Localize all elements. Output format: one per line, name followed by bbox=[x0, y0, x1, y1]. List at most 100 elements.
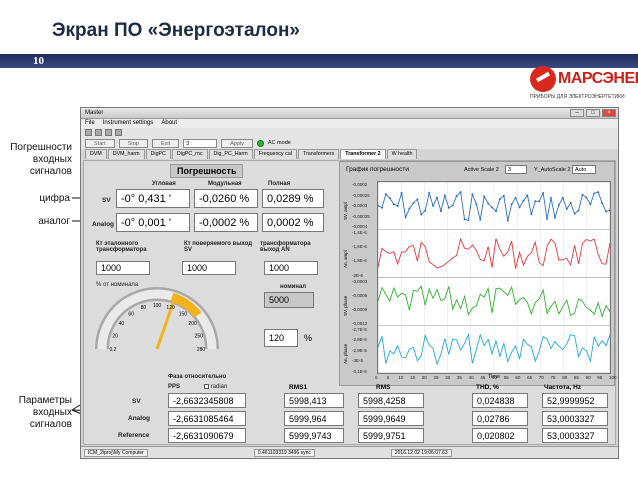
hdr-rms: RMS bbox=[376, 384, 391, 391]
reference-phase: -2,6631090679 bbox=[168, 428, 246, 443]
gauge-tick-label: 280 bbox=[197, 347, 206, 353]
analog-thd: 0,02786 bbox=[472, 411, 528, 426]
y-tick-label: -0,0002 bbox=[352, 182, 368, 187]
row-label-sv: SV bbox=[102, 197, 111, 204]
sv-thd: 0,024838 bbox=[472, 393, 528, 408]
menu-file[interactable]: File bbox=[85, 119, 95, 128]
y-tick-label: -3E-5 bbox=[352, 358, 364, 364]
data-point bbox=[550, 196, 552, 199]
abort-icon[interactable] bbox=[105, 129, 112, 136]
tab-dvm[interactable]: DVM bbox=[85, 149, 107, 159]
x-tick-label: 25 bbox=[433, 375, 439, 380]
data-point bbox=[569, 201, 572, 204]
percent-input[interactable]: 120 bbox=[264, 329, 298, 347]
autoscale-select[interactable]: Auto bbox=[572, 165, 596, 174]
data-point bbox=[601, 202, 604, 205]
data-point bbox=[534, 200, 537, 203]
minimize-button[interactable]: – bbox=[570, 109, 584, 117]
brand-logo: МАРСЭНЕРГО ПРИБОРЫ ДЛЯ ЭЛЕКТРОЭНЕРГЕТИКИ bbox=[530, 64, 638, 104]
tab-frequency-cal[interactable]: Frequency cal bbox=[253, 149, 297, 159]
data-point bbox=[380, 206, 383, 209]
transformer-panel: Погрешность Угловая Модульная Полная SV … bbox=[83, 160, 617, 445]
y-tick-label: -2E-6 bbox=[352, 272, 364, 278]
data-point bbox=[408, 207, 411, 210]
data-point bbox=[412, 202, 415, 205]
annotation-digital: цифра bbox=[39, 193, 70, 204]
y-tick-label: -2,9E-5 bbox=[352, 347, 367, 353]
data-point bbox=[447, 206, 450, 209]
maximize-button[interactable]: □ bbox=[586, 109, 600, 117]
data-point bbox=[573, 212, 576, 215]
percent-gauge: 0,2 204060 80 100 120 150200 250 280 bbox=[95, 287, 219, 353]
exit-button[interactable]: Exit bbox=[151, 138, 180, 148]
data-point bbox=[526, 194, 529, 197]
tab-dig-pc-harm[interactable]: Dig_PC_Harm bbox=[208, 149, 253, 159]
coef-an-label: трансформатора выход AN bbox=[260, 241, 311, 253]
data-point bbox=[404, 216, 407, 219]
toolbar-icons bbox=[81, 128, 618, 137]
annotation-input-params: Параметры входных сигналов bbox=[18, 395, 72, 430]
stop-button[interactable]: Stop bbox=[118, 138, 148, 148]
gauge-tick-label: 80 bbox=[141, 305, 147, 311]
radian-checkbox[interactable] bbox=[204, 384, 209, 389]
menu-about[interactable]: About bbox=[161, 119, 177, 128]
y-tick-label: -0,0004 bbox=[352, 224, 368, 230]
tab-transformers[interactable]: Transformers bbox=[297, 149, 340, 159]
gauge-tick-label: 60 bbox=[128, 311, 134, 317]
y-tick-label: -3,1E-5 bbox=[352, 369, 367, 374]
data-point bbox=[384, 193, 387, 196]
menu-instrument-settings[interactable]: Instrument settings bbox=[103, 119, 154, 128]
analog-rms1: 5999,964 bbox=[284, 411, 344, 426]
data-point bbox=[388, 197, 391, 200]
nominal-value: 5000 bbox=[264, 292, 314, 308]
data-point bbox=[502, 194, 505, 197]
sv-phase: -2,6632345808 bbox=[168, 393, 246, 408]
coef-sv-input[interactable]: 1000 bbox=[182, 261, 236, 275]
data-point bbox=[510, 203, 513, 206]
close-button[interactable]: × bbox=[602, 109, 616, 117]
gauge-tick-label: 120 bbox=[166, 305, 175, 311]
brand-name: МАРСЭНЕРГО bbox=[558, 70, 638, 87]
analog-phase: -2,6631085464 bbox=[168, 411, 246, 426]
y-tick-label: -1,4E-6 bbox=[352, 230, 367, 236]
active-scale-input[interactable]: 3 bbox=[505, 165, 527, 174]
apply-button[interactable]: Apply bbox=[221, 138, 253, 148]
sv-rms: 5998,4258 bbox=[358, 393, 424, 408]
sv-freq: 52,9999952 bbox=[542, 393, 608, 408]
percent-unit: % bbox=[304, 333, 313, 343]
x-tick-label: 10 bbox=[398, 375, 404, 380]
pause-icon[interactable] bbox=[115, 129, 122, 136]
coef-ref-input[interactable]: 1000 bbox=[96, 261, 150, 275]
tab-digpc[interactable]: DigPC bbox=[145, 149, 171, 159]
phase-title: Фаза относительно bbox=[168, 374, 227, 380]
y-axis-label: SV, ampl bbox=[343, 201, 348, 220]
analog-angle-error: -0° 0,001 ' bbox=[116, 213, 190, 232]
error-title: Погрешность bbox=[170, 164, 244, 178]
slide-title: Экран ПО «Энергоэталон» bbox=[52, 20, 301, 41]
coef-an-input[interactable]: 1000 bbox=[264, 261, 318, 275]
run-continuous-icon[interactable] bbox=[95, 129, 102, 136]
y-tick-label: -0,0012 bbox=[352, 320, 368, 326]
window-title: Master bbox=[85, 110, 104, 116]
run-icon[interactable] bbox=[85, 129, 92, 136]
channel-field[interactable]: 3 bbox=[183, 138, 218, 148]
tab-w-health[interactable]: W health bbox=[386, 149, 418, 159]
data-point bbox=[471, 193, 474, 196]
reference-freq: 53,0003327 bbox=[542, 428, 608, 443]
start-button[interactable]: Start bbox=[85, 138, 115, 148]
data-point bbox=[439, 210, 442, 213]
tab-dvm-harm[interactable]: DVM_harm bbox=[107, 149, 145, 159]
tab-transformer-2[interactable]: Transformer 2 bbox=[340, 149, 386, 159]
x-tick-label: 40 bbox=[468, 375, 474, 380]
data-point bbox=[483, 195, 486, 198]
x-tick-label: 95 bbox=[597, 375, 603, 380]
y-axis-label: SV, phase bbox=[343, 295, 348, 317]
y-tick-label: -0,0009 bbox=[352, 306, 368, 312]
chart-title: График погрешности bbox=[346, 166, 410, 173]
data-point bbox=[416, 198, 419, 201]
data-point bbox=[420, 213, 423, 216]
tab-digpc-rnc[interactable]: DigPC_rnc bbox=[171, 149, 208, 159]
data-point bbox=[518, 206, 521, 209]
y-tick-label: -2,7E-5 bbox=[352, 326, 367, 332]
gauge-tick-label: 100 bbox=[153, 303, 162, 309]
